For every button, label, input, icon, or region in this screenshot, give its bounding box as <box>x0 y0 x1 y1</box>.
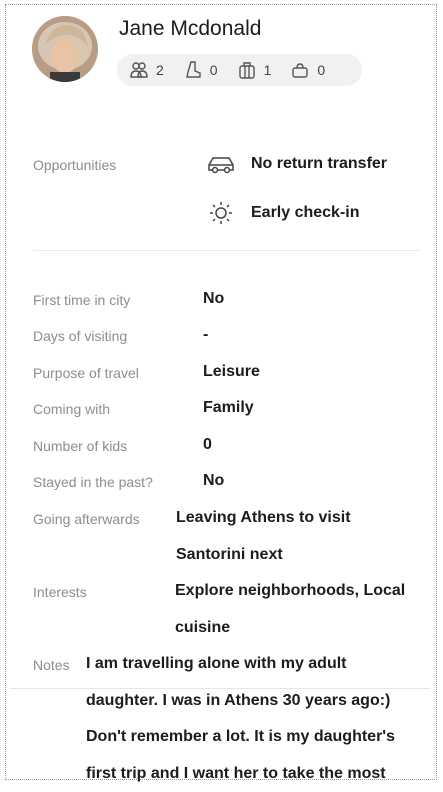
days-of-visiting-label: Days of visiting <box>33 328 127 344</box>
notes-value: I am travelling alone with my adult daug… <box>86 646 395 792</box>
avatar <box>32 16 98 82</box>
interests-value: Explore neighborhoods, Local cuisine <box>175 573 405 646</box>
interests-label: Interests <box>33 584 87 600</box>
value-line: I am travelling alone with my adult <box>86 646 395 683</box>
content-separator <box>10 688 430 689</box>
boots-count-value: 0 <box>210 62 219 78</box>
coming-with-value: Family <box>203 399 254 417</box>
guest-name: Jane Mcdonald <box>119 17 261 41</box>
opportunity-early-check-in: Early check-in <box>205 202 360 224</box>
going-afterwards-value: Leaving Athens to visit Santorini next <box>176 500 351 573</box>
opportunity-text: No return transfer <box>251 155 387 173</box>
opportunities-label: Opportunities <box>33 157 116 173</box>
car-icon <box>205 153 237 175</box>
days-of-visiting-value: - <box>203 326 208 344</box>
opportunity-text: Early check-in <box>251 204 360 222</box>
luggage-count: 1 <box>237 60 273 80</box>
coming-with-label: Coming with <box>33 401 110 417</box>
section-divider <box>33 250 421 251</box>
group-icon <box>129 60 149 80</box>
purpose-of-travel-value: Leisure <box>203 363 260 381</box>
first-time-in-city-value: No <box>203 290 224 308</box>
first-time-in-city-label: First time in city <box>33 292 130 308</box>
notes-label: Notes <box>33 657 70 673</box>
luggage-count-value: 1 <box>264 62 273 78</box>
guest-stats: 2 0 1 0 <box>117 54 362 86</box>
value-line: Leaving Athens to visit <box>176 500 351 537</box>
going-afterwards-label: Going afterwards <box>33 511 140 527</box>
guests-count: 2 <box>129 60 165 80</box>
value-line: cuisine <box>175 610 405 647</box>
value-line: Explore neighborhoods, Local <box>175 573 405 610</box>
value-line: Don't remember a lot. It is my daughter'… <box>86 719 395 756</box>
purpose-of-travel-label: Purpose of travel <box>33 365 139 381</box>
sun-icon <box>205 202 237 224</box>
bags-count: 0 <box>290 60 326 80</box>
value-line: Santorini next <box>176 537 351 574</box>
boots-count: 0 <box>183 60 219 80</box>
number-of-kids-value: 0 <box>203 436 212 454</box>
opportunity-no-return-transfer: No return transfer <box>205 153 387 175</box>
bag-icon <box>290 60 310 80</box>
value-line: first trip and I want her to take the mo… <box>86 756 395 792</box>
stayed-in-the-past-label: Stayed in the past? <box>33 474 153 490</box>
number-of-kids-label: Number of kids <box>33 438 127 454</box>
guests-count-value: 2 <box>156 62 165 78</box>
stayed-in-the-past-value: No <box>203 472 224 490</box>
boot-icon <box>183 60 203 80</box>
luggage-icon <box>237 60 257 80</box>
bags-count-value: 0 <box>317 62 326 78</box>
